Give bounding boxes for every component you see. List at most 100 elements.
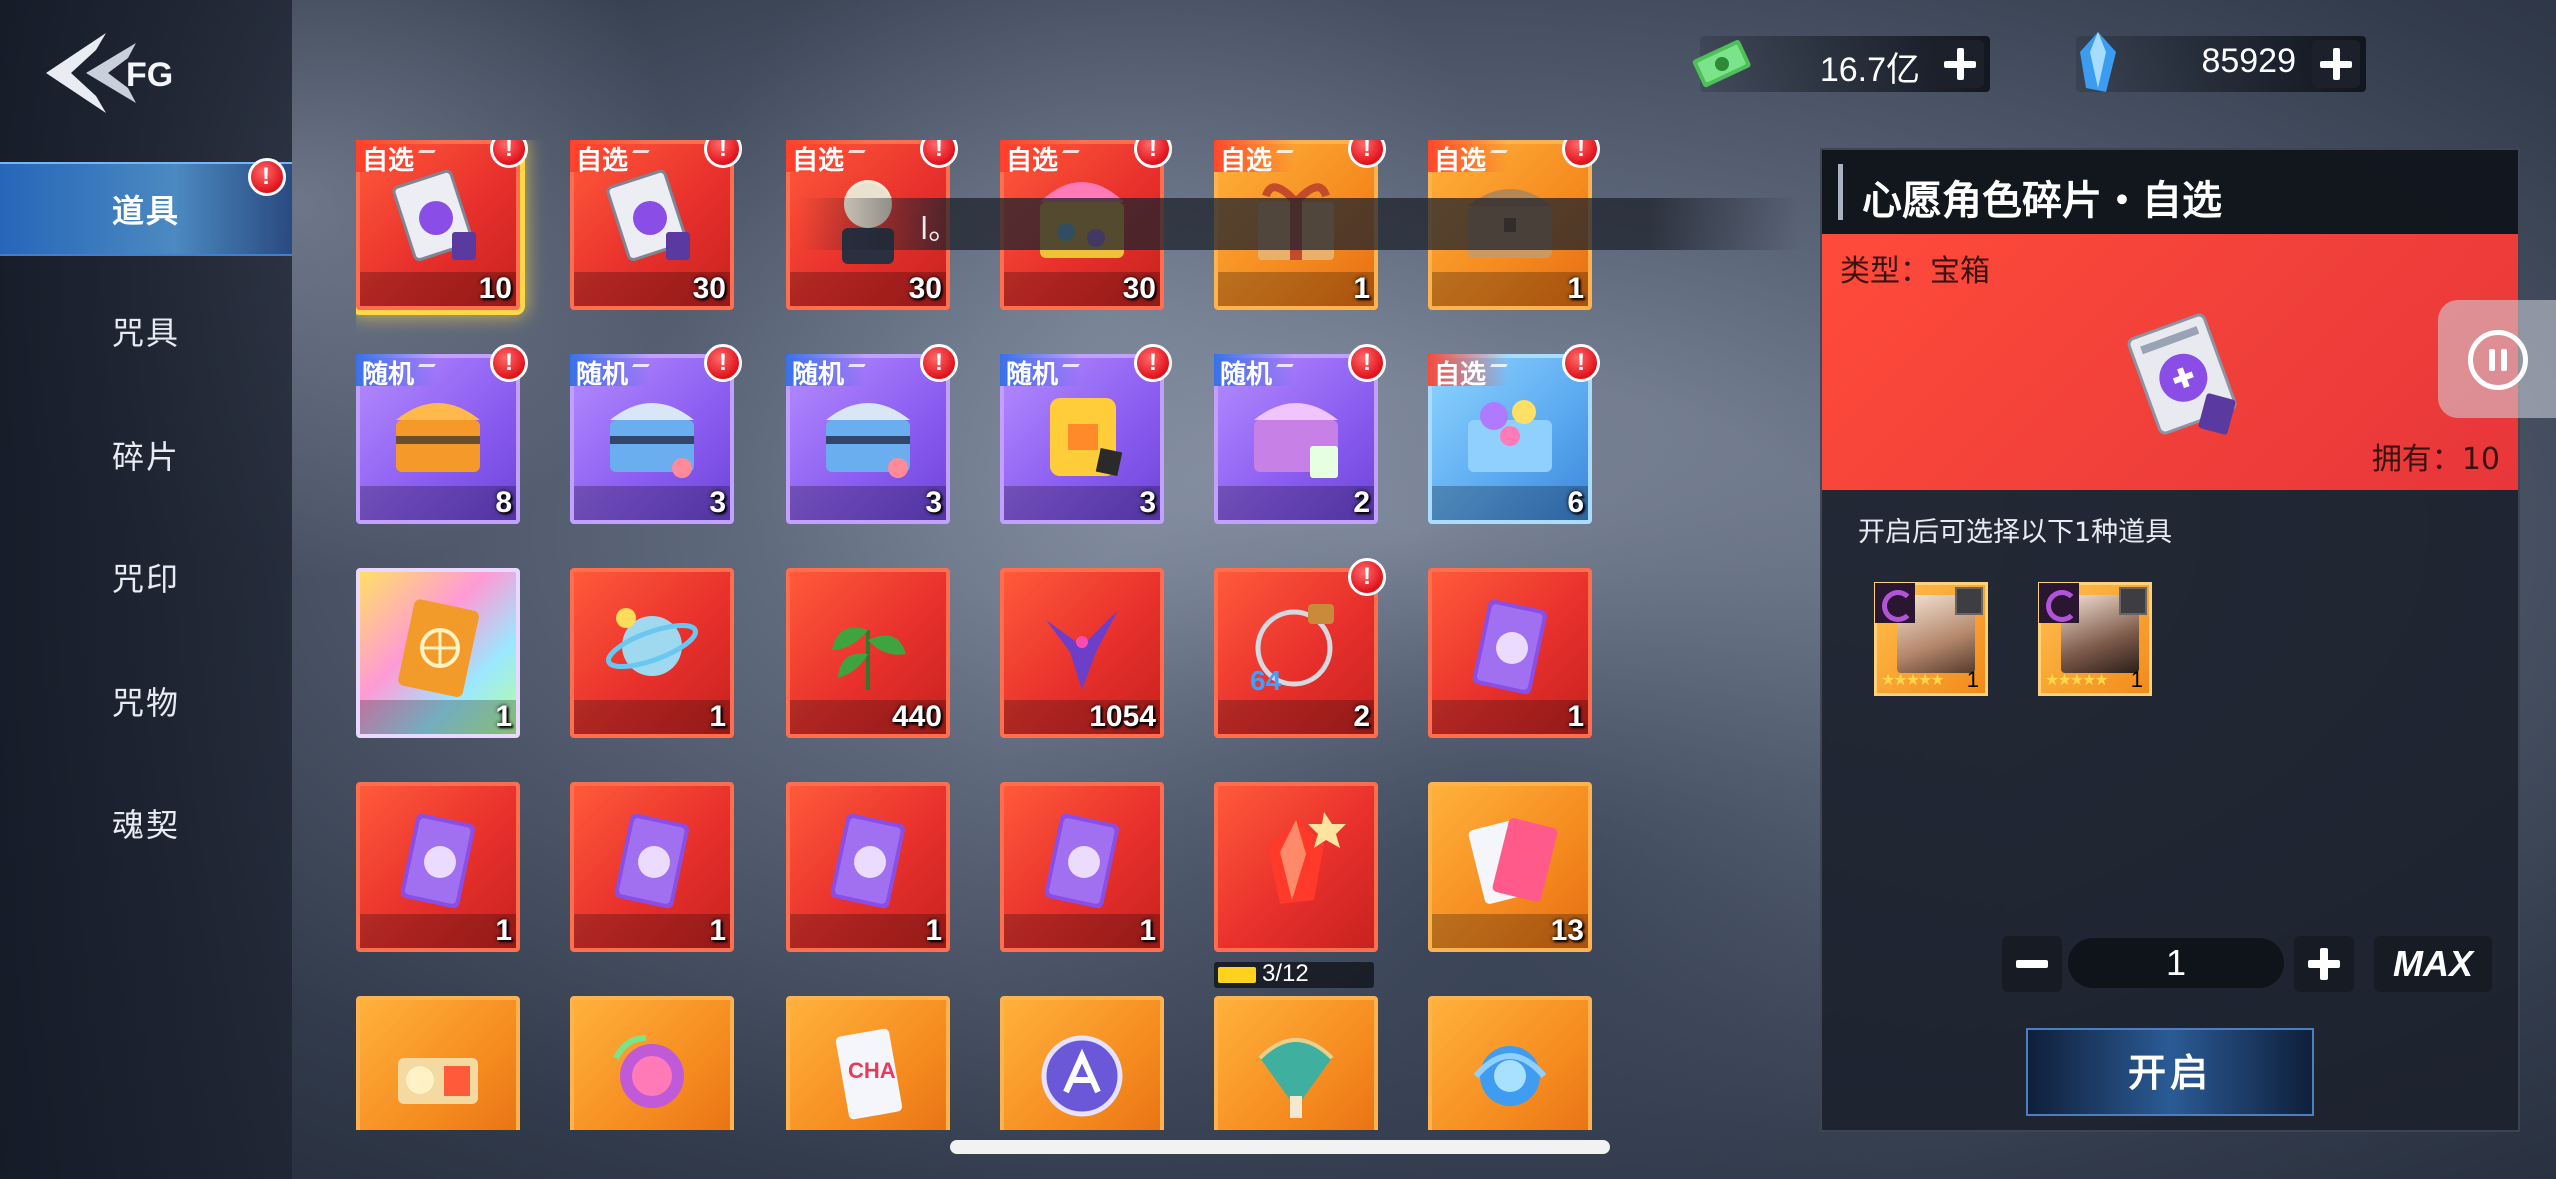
home-indicator[interactable] (950, 1140, 1610, 1154)
item-tile[interactable]: 440 (786, 568, 950, 738)
item-tile[interactable]: 随机 8! (356, 344, 528, 524)
pause-icon (2468, 330, 2528, 390)
money-value: 16.7亿 (1819, 51, 1920, 89)
red-fragment-icon (1268, 812, 1346, 904)
purple-book-icon (1472, 599, 1547, 695)
item-tile[interactable] (1428, 996, 1592, 1130)
alert-badge: ! (1562, 344, 1600, 382)
alert-badge: ! (490, 140, 528, 168)
blue-chest-icon (826, 403, 910, 478)
item-tile[interactable]: 13 (1428, 782, 1592, 952)
item-tile[interactable]: 随机 3! (1000, 344, 1172, 524)
item-tile[interactable]: 1054 (1000, 568, 1164, 738)
crow-icon (1046, 610, 1118, 690)
type-value: 宝箱 (1930, 254, 1990, 289)
item-tile[interactable] (1214, 996, 1378, 1130)
nav-tab-seals[interactable]: 咒印 (0, 530, 292, 624)
item-tile[interactable]: 随机 3! (570, 344, 742, 524)
item-tile[interactable]: 1 (1000, 782, 1164, 952)
add-money-button[interactable] (1936, 40, 1984, 88)
quantity-field[interactable]: 1 (2068, 938, 2284, 988)
nav-tab-fragments[interactable]: 碎片 (0, 408, 292, 502)
fragment-progress-bar: 3/12 (1214, 960, 1374, 988)
max-button[interactable]: MAX (2374, 936, 2492, 992)
pause-button[interactable] (2438, 300, 2556, 418)
item-count: 30 (1122, 272, 1156, 305)
count-backdrop (1218, 486, 1374, 520)
open-button[interactable]: 开启 (2026, 1028, 2314, 1116)
item-count: 10 (478, 272, 512, 305)
nav-tab-label: 魂契 (111, 806, 180, 844)
item-tile[interactable]: 1 (786, 782, 950, 952)
emblem-icon (1041, 1035, 1123, 1117)
detail-title: 心愿角色碎片・自选 (1862, 178, 2222, 224)
choose-tag: 自选 (1428, 140, 1509, 176)
add-crystal-button[interactable] (2312, 40, 2360, 88)
detail-hero: 类型：宝箱 拥有：10 (1822, 234, 2518, 490)
banknote-icon (1692, 39, 1751, 88)
choose-tag: 自选 (786, 140, 867, 176)
purple-book-icon (830, 813, 905, 909)
item-tile[interactable]: 自选 10! (356, 140, 528, 310)
item-count: 440 (891, 700, 942, 733)
shard-pack-icon (392, 169, 476, 262)
nav-tab-items[interactable]: 道具 ! (0, 158, 292, 256)
alert-badge: ! (1134, 344, 1172, 382)
count-backdrop (1218, 700, 1374, 734)
item-tile[interactable]: 自选 30! (570, 140, 742, 310)
reward-option-2[interactable]: ★★★★★ 1 (2038, 582, 2152, 696)
count-backdrop (574, 700, 730, 734)
item-count: 1054 (1089, 700, 1156, 733)
reward-option-1[interactable]: ★★★★★ 1 (1874, 582, 1988, 696)
item-tile[interactable] (570, 996, 734, 1130)
toy-chest-icon (1468, 400, 1552, 472)
rarity-stars: ★★★★★ (1881, 670, 1945, 689)
count-backdrop (574, 914, 730, 948)
item-tile[interactable]: 64 2! (1214, 558, 1386, 738)
random-tag: 随机 (1214, 354, 1295, 390)
scroll-icon (398, 1058, 478, 1104)
item-tile[interactable]: 随机 2! (1214, 344, 1386, 524)
checkbox-icon (1955, 587, 1983, 615)
item-tile[interactable]: 自选 6! (1428, 344, 1600, 524)
item-count: 1 (1353, 272, 1370, 305)
item-tile[interactable]: 1 (1428, 568, 1592, 738)
item-count: 3 (925, 486, 942, 519)
nav-tab-label: 咒印 (111, 560, 180, 598)
item-tile[interactable]: 随机 3! (786, 344, 958, 524)
item-tile[interactable] (356, 996, 520, 1130)
item-count: 1 (1567, 272, 1584, 305)
choose-tag: 自选 (356, 140, 437, 176)
crystal-value: 85929 (2201, 42, 2296, 80)
purple-chest-icon (1254, 403, 1338, 478)
reward-count: 1 (2130, 667, 2143, 692)
nav-tab-soul-contract[interactable]: 魂契 (0, 776, 292, 870)
alert-badge: ! (1348, 558, 1386, 596)
alert-badge: ! (1348, 140, 1386, 168)
quantity-plus-button[interactable] (2294, 936, 2354, 992)
quantity-minus-button[interactable] (2002, 936, 2062, 992)
item-tile[interactable]: 1 (570, 568, 734, 738)
nav-tab-cursed-tools[interactable]: 咒具 (0, 284, 292, 378)
item-tile[interactable]: 1 (356, 568, 520, 738)
item-tile[interactable]: 1 (356, 782, 520, 952)
item-tile[interactable]: 1 (570, 782, 734, 952)
crystal-counter: 85929 (2076, 32, 2366, 92)
choose-tag: 自选 (1428, 354, 1509, 390)
item-tile[interactable] (1214, 782, 1378, 952)
item-count: 30 (908, 272, 942, 305)
item-detail-panel: 心愿角色碎片・自选 类型：宝箱 拥有：10 开启后可选择以下1种道具 ★★★★★… (1820, 148, 2520, 1132)
purple-book-icon (1044, 813, 1119, 909)
item-count: 1 (495, 700, 512, 733)
leaf-icon (832, 627, 906, 690)
nav-tab-cursed-objects[interactable]: 咒物 (0, 654, 292, 748)
count-backdrop (360, 486, 516, 520)
back-logo-icon[interactable]: FG (36, 28, 176, 118)
shard-pack-icon (606, 169, 690, 262)
orange-chest-icon (396, 403, 480, 472)
item-tile[interactable] (1000, 996, 1164, 1130)
item-tile[interactable]: CHA (786, 996, 950, 1130)
cursed-mark-icon (2039, 583, 2079, 623)
item-count: 1 (925, 914, 942, 947)
nav-tab-label: 道具 (111, 192, 180, 230)
